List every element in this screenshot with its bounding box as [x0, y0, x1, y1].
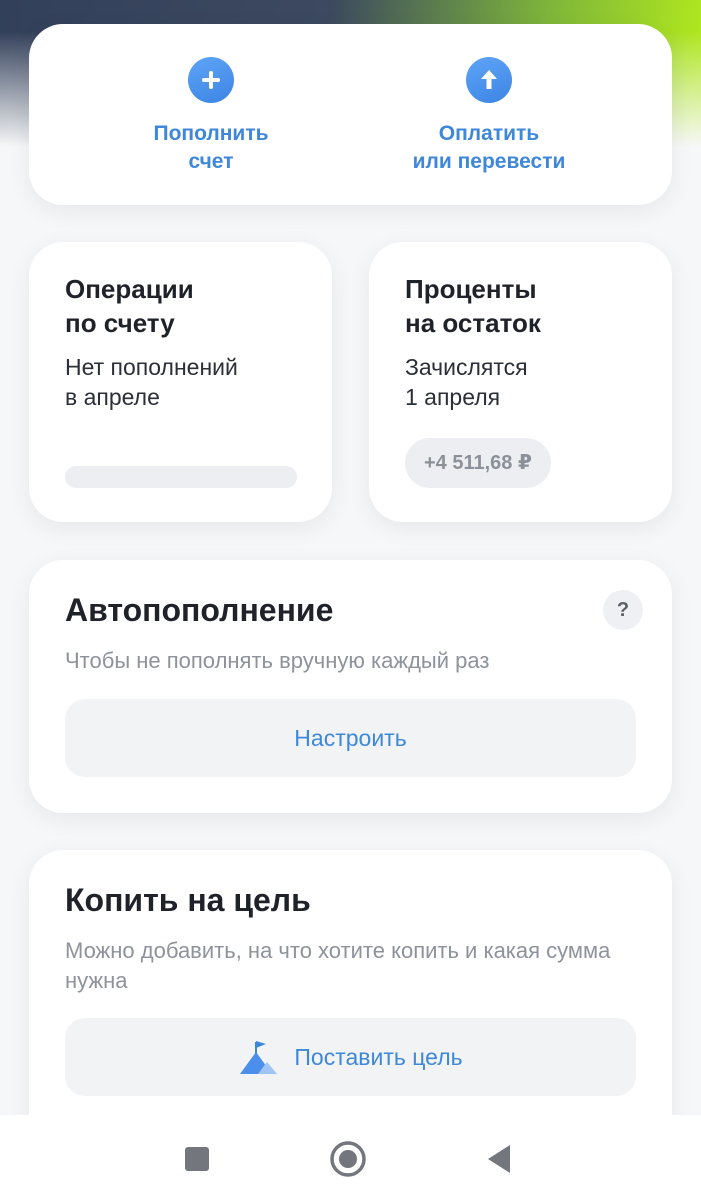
setup-autotopup-button[interactable]: Настроить — [65, 699, 636, 777]
square-icon — [185, 1147, 209, 1171]
operations-subtitle: Нет пополнений в апреле — [65, 354, 238, 410]
pay-transfer-button[interactable]: Оплатить или перевести — [339, 24, 639, 205]
account-operations-card[interactable]: Операции по счету Нет пополнений в апрел… — [29, 242, 332, 522]
interest-subtitle: Зачислятся 1 апреля — [405, 354, 528, 410]
arrow-up-circle-icon — [466, 57, 512, 103]
goal-description: Можно добавить, на что хотите копить и к… — [65, 938, 611, 993]
autotopup-description: Чтобы не пополнять вручную каждый раз — [65, 648, 490, 673]
interest-card[interactable]: Проценты на остаток Зачислятся 1 апреля … — [369, 242, 672, 522]
triangle-back-icon — [488, 1145, 510, 1173]
set-goal-button[interactable]: Поставить цель — [65, 1018, 636, 1096]
autotopup-title: Автопополнение — [65, 592, 334, 628]
interest-amount-badge: +4 511,68 ₽ — [405, 438, 551, 488]
circle-icon — [330, 1141, 366, 1177]
quick-actions-card: Пополнить счет Оплатить или перевести — [29, 24, 672, 205]
back-button[interactable] — [484, 1143, 514, 1175]
home-button[interactable] — [329, 1140, 367, 1178]
set-goal-label: Поставить цель — [294, 1043, 463, 1070]
goal-title: Копить на цель — [65, 882, 311, 918]
topup-button[interactable]: Пополнить счет — [61, 24, 361, 205]
plus-circle-icon — [188, 57, 234, 103]
mountain-flag-icon — [238, 1038, 278, 1076]
pay-transfer-label: Оплатить или перевести — [412, 122, 566, 173]
operations-title: Операции по счету — [65, 274, 194, 338]
topup-label: Пополнить счет — [153, 122, 269, 173]
system-navigation-bar — [0, 1115, 701, 1200]
autotopup-card: Автопополнение ? Чтобы не пополнять вруч… — [29, 560, 672, 813]
operations-placeholder-bar — [65, 466, 297, 488]
interest-title: Проценты на остаток — [405, 274, 541, 338]
recents-button[interactable] — [183, 1145, 211, 1173]
setup-autotopup-label: Настроить — [294, 724, 407, 751]
savings-goal-card: Копить на цель Можно добавить, на что хо… — [29, 850, 672, 1150]
help-button[interactable]: ? — [603, 590, 643, 630]
